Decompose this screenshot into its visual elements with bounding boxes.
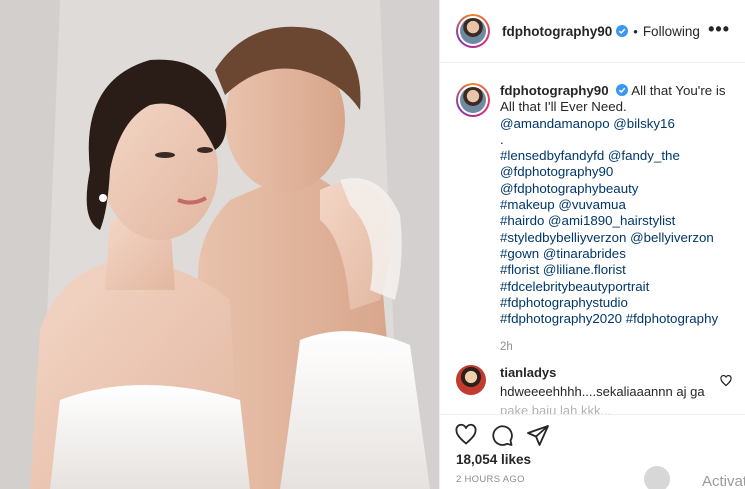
caption-avatar[interactable] — [456, 83, 490, 117]
caption-line-9[interactable]: #styledbybelliyverzon @bellyiverzon — [500, 230, 730, 246]
comment-icon[interactable] — [490, 423, 514, 447]
more-options-icon[interactable]: ••• — [708, 20, 730, 38]
caption-line-0: All that You're is — [631, 83, 726, 98]
caption-line-14[interactable]: #fdphotography2020 #fdphotography — [500, 311, 730, 327]
caption: fdphotography90 All that You're is All t… — [456, 83, 730, 353]
comments-section[interactable]: fdphotography90 All that You're is All t… — [440, 63, 745, 414]
post-actions: 18,054 likes 2 HOURS AGO Activate — [440, 414, 745, 489]
caption-text: fdphotography90 All that You're is All t… — [500, 83, 730, 327]
activate-watermark: Activate — [702, 473, 745, 489]
caption-time: 2h — [500, 341, 513, 354]
caption-line-5[interactable]: @fdphotography90 — [500, 164, 730, 180]
post-photo[interactable] — [0, 0, 439, 489]
header-separator: • — [633, 23, 638, 39]
comment-text-continued: pake baju lah kkk... — [500, 403, 612, 414]
caption-line-6[interactable]: @fdphotographybeauty — [500, 181, 730, 197]
header-username[interactable]: fdphotography90 — [502, 24, 612, 39]
following-button[interactable]: Following — [643, 24, 700, 39]
verified-icon — [616, 84, 629, 96]
caption-line-11[interactable]: #florist @liliane.florist — [500, 262, 730, 278]
comment-text: hdweeeehhhh....sekaliaaannn aj ga — [500, 384, 705, 399]
caption-line-13[interactable]: #fdphotographystudio — [500, 295, 730, 311]
caption-line-4[interactable]: #lensedbyfandyfd @fandy_the — [500, 148, 730, 164]
caption-line-3: . — [500, 131, 504, 147]
caption-line-12[interactable]: #fdcelebritybeautyportrait — [500, 279, 730, 295]
comment-item: tianladys hdweeeehhhh....sekaliaaannn aj… — [456, 365, 736, 414]
likes-count[interactable]: 18,054 likes — [456, 452, 531, 467]
caption-line-2[interactable]: @amandamanopo @bilsky16 — [500, 116, 730, 132]
post-photo-illustration — [0, 0, 439, 489]
verified-icon — [616, 25, 629, 37]
commenter-username[interactable]: tianladys — [500, 365, 736, 380]
heart-icon[interactable] — [454, 423, 478, 447]
share-icon[interactable] — [526, 423, 550, 447]
commenter-avatar[interactable] — [456, 365, 486, 395]
caption-line-10[interactable]: #gown @tinarabrides — [500, 246, 730, 262]
post-header: fdphotography90 • Following ••• — [440, 0, 745, 63]
caption-username[interactable]: fdphotography90 — [500, 83, 609, 98]
like-comment-icon[interactable] — [720, 375, 732, 387]
caption-line-8[interactable]: #hairdo @ami1890_hairstylist — [500, 213, 730, 229]
overlay-circle — [644, 466, 670, 489]
caption-line-1: All that I'll Ever Need. — [500, 99, 627, 115]
post-side-panel: fdphotography90 • Following ••• fdphotog… — [439, 0, 745, 489]
post-timestamp[interactable]: 2 HOURS AGO — [456, 474, 525, 485]
caption-line-7[interactable]: #makeup @vuvamua — [500, 197, 730, 213]
profile-avatar[interactable] — [456, 14, 490, 48]
